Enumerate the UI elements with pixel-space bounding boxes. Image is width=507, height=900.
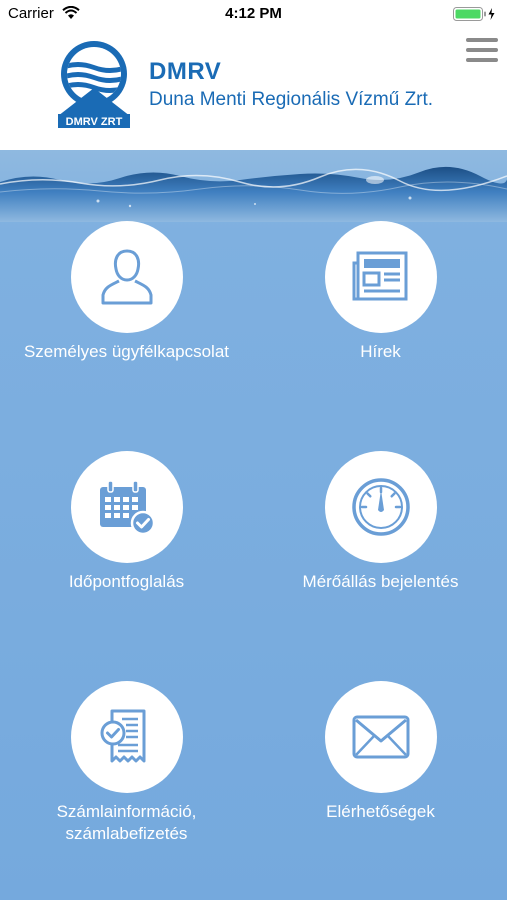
tile-invoice-payment[interactable]: Számlainformáció, számlabefizetés (0, 681, 253, 881)
status-bar: Carrier 4:12 PM (0, 0, 507, 28)
tile-circle (71, 681, 183, 793)
invoice-check-icon (100, 709, 146, 763)
tile-circle (71, 451, 183, 563)
hamburger-menu-icon[interactable] (466, 38, 498, 66)
tile-label: Számlainformáció, számlabefizetés (0, 801, 253, 845)
tile-label: Személyes ügyfélkapcsolat (23, 342, 230, 361)
tile-circle (325, 681, 437, 793)
tile-news[interactable]: Hírek (254, 221, 507, 421)
tile-label-line-2: számlabefizetés (65, 824, 188, 843)
envelope-icon (352, 715, 410, 759)
dmrv-logo: DMRV ZRT (58, 41, 130, 128)
tile-label-line-1: Számlainformáció, (56, 802, 197, 821)
tile-label: Mérőállás bejelentés (302, 572, 459, 591)
newspaper-icon (352, 251, 408, 301)
tile-meter-reading[interactable]: Mérőállás bejelentés (254, 451, 507, 651)
person-icon (101, 249, 153, 305)
water-wave-decoration (0, 166, 507, 222)
gauge-icon (352, 478, 410, 536)
clock: 4:12 PM (225, 5, 282, 22)
tile-appointment[interactable]: Időpontfoglalás (0, 451, 253, 651)
calendar-check-icon (100, 480, 156, 536)
tile-label: Időpontfoglalás (68, 572, 185, 591)
tile-contacts[interactable]: Elérhetőségek (254, 681, 507, 881)
tile-circle (325, 221, 437, 333)
logo-text: DMRV ZRT (66, 116, 123, 128)
battery-icon (453, 7, 495, 21)
tile-personal-contact[interactable]: Személyes ügyfélkapcsolat (0, 221, 253, 421)
tile-circle (325, 451, 437, 563)
brand-title: DMRV (149, 58, 222, 85)
tile-circle (71, 221, 183, 333)
tile-label: Hírek (360, 342, 401, 361)
brand-subtitle: Duna Menti Regionális Vízmű Zrt. (149, 89, 434, 110)
tile-label: Elérhetőségek (326, 802, 435, 821)
